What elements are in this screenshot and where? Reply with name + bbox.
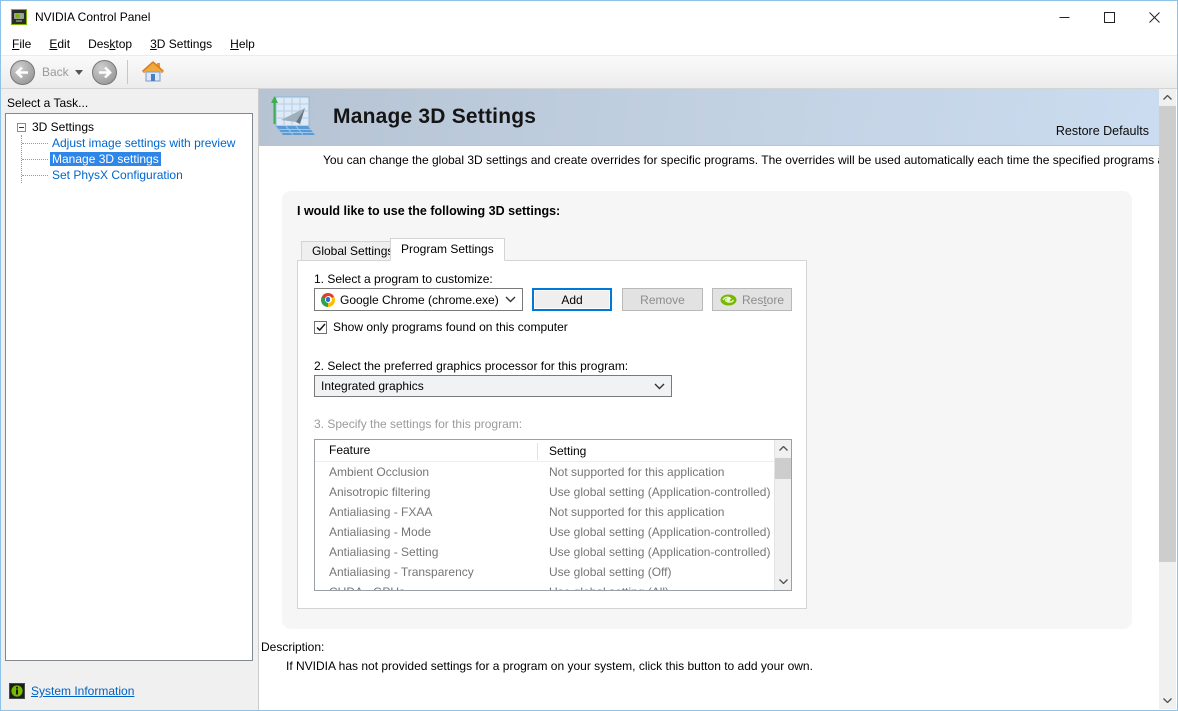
- program-select-dropdown[interactable]: Google Chrome (chrome.exe): [314, 288, 523, 311]
- page-header-banner: Manage 3D Settings Restore Defaults: [259, 89, 1159, 146]
- table-body: Ambient OcclusionNot supported for this …: [315, 462, 774, 590]
- step1-label: 1. Select a program to customize:: [314, 272, 493, 286]
- gpu-select-value: Integrated graphics: [321, 379, 424, 393]
- table-row: Anisotropic filteringUse global setting …: [315, 482, 774, 502]
- settings-panel: I would like to use the following 3D set…: [282, 191, 1132, 629]
- menu-edit[interactable]: Edit: [40, 35, 79, 53]
- description-text: If NVIDIA has not provided settings for …: [286, 659, 813, 673]
- program-select-value: Google Chrome (chrome.exe): [340, 293, 499, 307]
- task-sidebar: Select a Task... 3D Settings Adjust imag…: [1, 89, 259, 710]
- table-row: Antialiasing - TransparencyUse global se…: [315, 562, 774, 582]
- chrome-icon: [321, 293, 335, 307]
- show-only-programs-checkbox-row[interactable]: Show only programs found on this compute…: [314, 320, 568, 334]
- navigation-toolbar: Back: [1, 55, 1177, 89]
- table-header: Feature Setting: [315, 440, 774, 462]
- toolbar-separator: [127, 60, 128, 84]
- maximize-icon: [1104, 12, 1115, 23]
- description-label: Description:: [261, 640, 324, 654]
- show-only-programs-label: Show only programs found on this compute…: [333, 320, 568, 334]
- task-adjust-image-settings[interactable]: Adjust image settings with preview: [50, 136, 237, 150]
- tab-program-settings[interactable]: Program Settings: [390, 238, 505, 261]
- scroll-down-icon[interactable]: [1159, 692, 1176, 709]
- main-scrollbar[interactable]: [1159, 89, 1176, 709]
- scroll-up-icon[interactable]: [1159, 89, 1176, 106]
- manage-3d-settings-icon: [269, 95, 315, 141]
- gpu-select-dropdown[interactable]: Integrated graphics: [314, 375, 672, 397]
- menu-bar: File Edit Desktop 3D Settings Help: [1, 33, 1177, 55]
- step3-label: 3. Specify the settings for this program…: [314, 417, 522, 431]
- nvidia-control-panel-window: NVIDIA Control Panel File Edit Desktop 3…: [0, 0, 1178, 711]
- nvidia-eye-icon: [720, 294, 737, 306]
- column-header-setting[interactable]: Setting: [537, 443, 586, 460]
- close-icon: [1149, 12, 1160, 23]
- scrollbar-thumb[interactable]: [1159, 106, 1176, 562]
- minimize-button[interactable]: [1042, 1, 1087, 33]
- step2-label: 2. Select the preferred graphics process…: [314, 359, 628, 373]
- title-bar: NVIDIA Control Panel: [1, 1, 1177, 33]
- tree-root-3d-settings[interactable]: 3D Settings: [32, 120, 94, 134]
- chevron-down-icon: [654, 383, 665, 390]
- column-header-feature[interactable]: Feature: [329, 443, 370, 457]
- close-button[interactable]: [1132, 1, 1177, 33]
- system-information-icon: [9, 683, 25, 699]
- chevron-down-icon: [505, 296, 516, 303]
- restore-defaults-button[interactable]: Restore Defaults: [1056, 124, 1149, 138]
- scroll-down-icon[interactable]: [775, 573, 791, 590]
- settings-intro-label: I would like to use the following 3D set…: [297, 204, 560, 218]
- table-row: Ambient OcclusionNot supported for this …: [315, 462, 774, 482]
- forward-button[interactable]: [92, 60, 117, 85]
- scroll-up-icon[interactable]: [775, 440, 791, 457]
- checkbox-checked-icon[interactable]: [314, 321, 327, 334]
- tree-item: Manage 3D settings: [22, 151, 248, 167]
- task-set-physx-configuration[interactable]: Set PhysX Configuration: [50, 168, 185, 182]
- task-manage-3d-settings[interactable]: Manage 3D settings: [50, 152, 161, 166]
- menu-help[interactable]: Help: [221, 35, 264, 53]
- table-row: Antialiasing - ModeUse global setting (A…: [315, 522, 774, 542]
- add-button[interactable]: Add: [532, 288, 612, 311]
- nvidia-app-icon: [11, 9, 27, 25]
- menu-3d-settings[interactable]: 3D Settings: [141, 35, 221, 53]
- restore-button[interactable]: Restore: [712, 288, 792, 311]
- back-label: Back: [42, 65, 69, 79]
- menu-file[interactable]: File: [3, 35, 40, 53]
- page-title: Manage 3D Settings: [333, 105, 536, 129]
- menu-desktop[interactable]: Desktop: [79, 35, 141, 53]
- table-row: Antialiasing - SettingUse global setting…: [315, 542, 774, 562]
- feature-settings-table: Feature Setting Ambient OcclusionNot sup…: [314, 439, 792, 591]
- table-row: CUDA - GPUsUse global setting (All): [315, 582, 774, 590]
- main-content: Manage 3D Settings Restore Defaults You …: [259, 89, 1159, 709]
- home-icon[interactable]: [140, 60, 166, 84]
- program-settings-tab-panel: 1. Select a program to customize: Google…: [297, 260, 807, 609]
- tab-global-settings[interactable]: Global Settings: [301, 241, 404, 261]
- back-button[interactable]: [10, 60, 35, 85]
- scrollbar-thumb[interactable]: [775, 458, 791, 479]
- window-title: NVIDIA Control Panel: [35, 10, 150, 24]
- tree-collapse-icon[interactable]: [17, 123, 26, 132]
- select-task-heading: Select a Task...: [7, 96, 88, 110]
- page-description: You can change the global 3D settings an…: [323, 153, 1159, 167]
- minimize-icon: [1059, 12, 1070, 23]
- table-row: Antialiasing - FXAANot supported for thi…: [315, 502, 774, 522]
- back-history-dropdown-icon[interactable]: [75, 70, 83, 75]
- maximize-button[interactable]: [1087, 1, 1132, 33]
- system-information-link[interactable]: System Information: [31, 684, 134, 698]
- remove-button[interactable]: Remove: [622, 288, 703, 311]
- tree-item: Set PhysX Configuration: [22, 167, 248, 183]
- tree-item: Adjust image settings with preview: [22, 135, 248, 151]
- forward-arrow-icon: [97, 66, 112, 79]
- back-arrow-icon: [15, 66, 30, 79]
- task-tree-box: 3D Settings Adjust image settings with p…: [5, 113, 253, 661]
- table-scrollbar[interactable]: [774, 440, 791, 590]
